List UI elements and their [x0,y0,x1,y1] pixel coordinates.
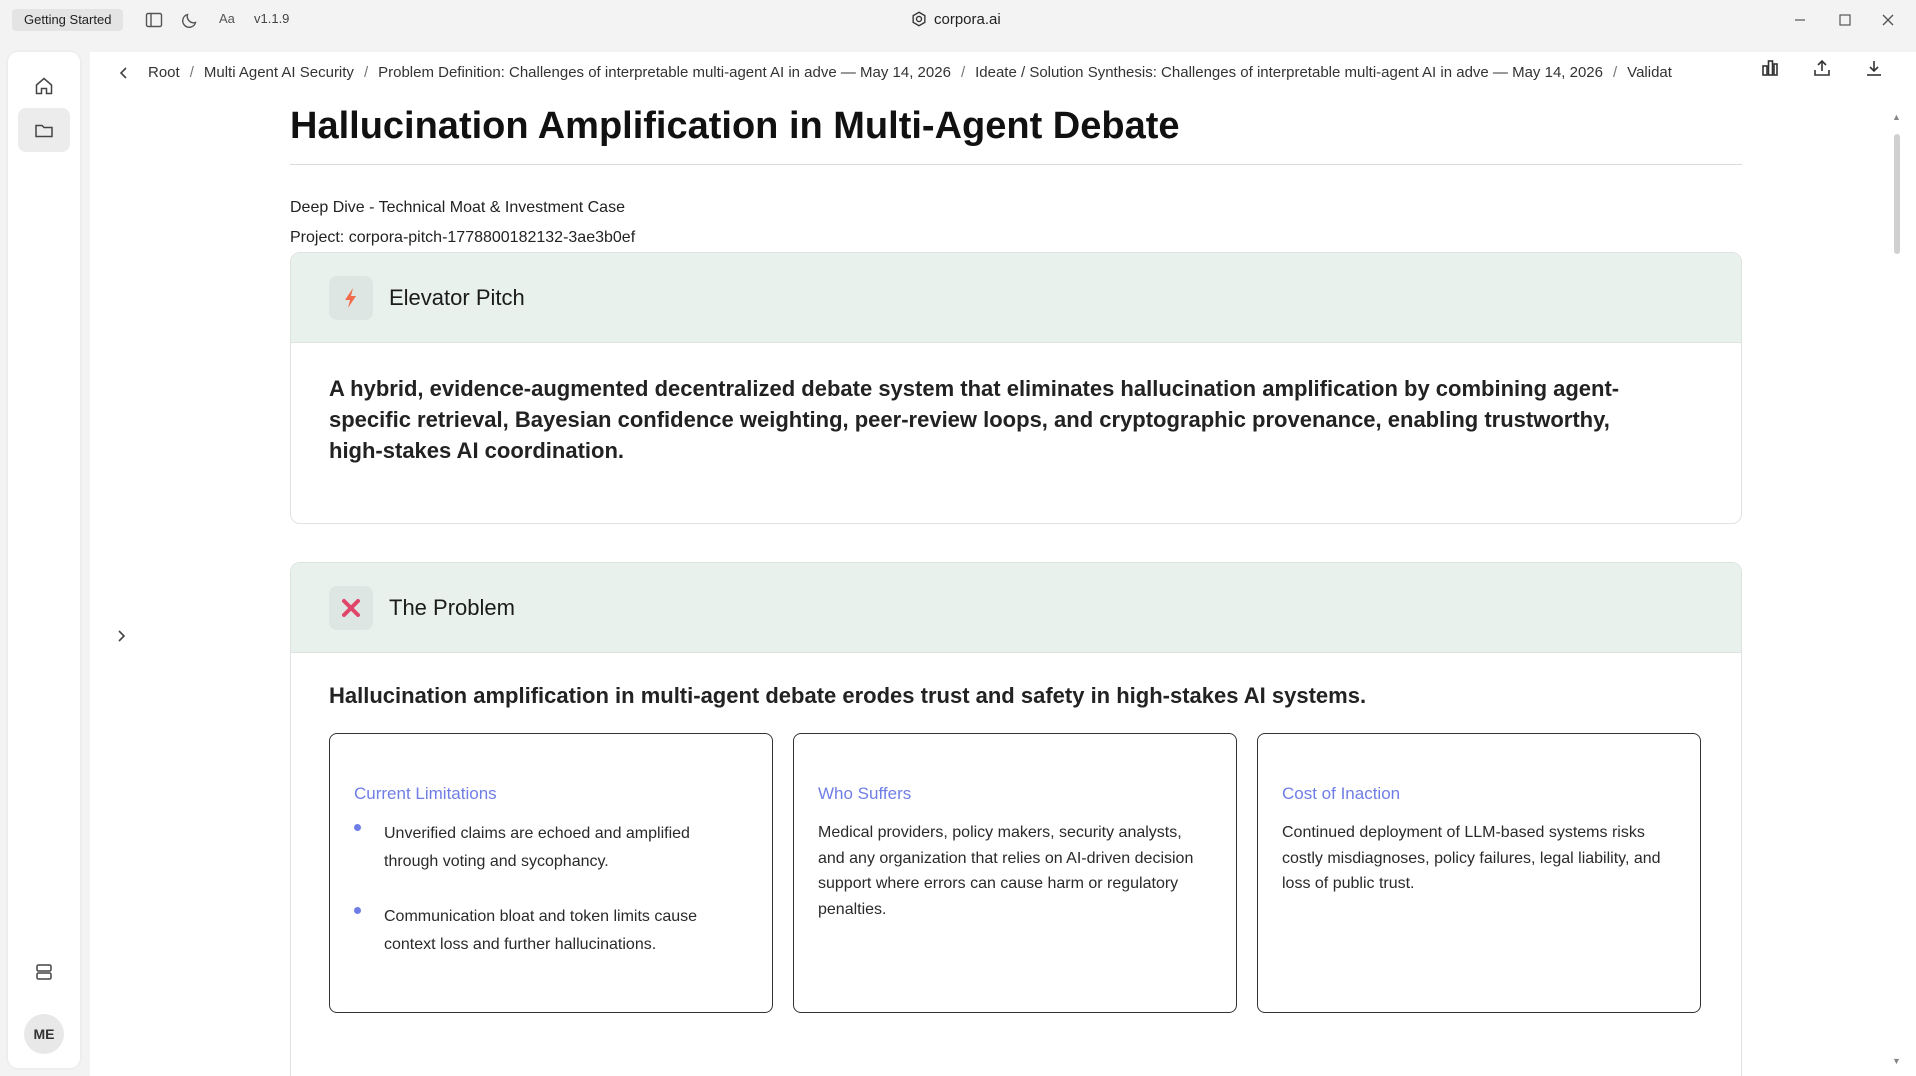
cost-of-inaction-text: Continued deployment of LLM-based system… [1282,824,1661,892]
who-suffers-card: Who Suffers Medical providers, policy ma… [793,733,1237,1013]
who-suffers-title: Who Suffers [818,784,912,803]
bar-chart-icon [1762,60,1778,76]
upload-icon [1814,59,1830,76]
chevron-right-icon [118,630,126,642]
breadcrumb-item-project[interactable]: Multi Agent AI Security [204,64,354,81]
close-icon[interactable] [1878,10,1898,30]
storage-button[interactable] [18,950,70,994]
breadcrumb: Root / Multi Agent AI Security / Problem Def… [148,64,1672,81]
scrollbar[interactable]: ▲ ▼ [1890,112,1904,1072]
home-icon [35,77,53,95]
chevron-left-icon [119,67,127,79]
home-button[interactable] [18,64,70,108]
app-brand: corpora.ai [910,10,1001,28]
list-item: Unverified claims are echoed and amplifi… [354,820,748,876]
folder-icon [35,124,53,138]
problem-title: The Problem [389,594,515,620]
lightning-icon [329,275,373,320]
cost-of-inaction-title: Cost of Inaction [1282,784,1401,803]
elevator-pitch-header: Elevator Pitch [291,253,1741,343]
download-button[interactable] [1852,52,1896,84]
problem-card: The Problem Hallucination amplification … [290,562,1742,1076]
analytics-button[interactable] [1748,52,1792,84]
document-header: Hallucination Amplification in Multi-Age… [290,102,1742,253]
who-suffers-text: Medical providers, policy makers, securi… [818,824,1194,918]
page-subtitle: Deep Dive - Technical Moat & Investment … [290,199,625,216]
breadcrumb-item-ideate[interactable]: Ideate / Solution Synthesis: Challenges … [975,64,1603,81]
maximize-icon[interactable] [1835,10,1855,30]
version-label: v1.1.9 [254,11,290,26]
scroll-up-icon[interactable]: ▲ [1892,112,1901,122]
scroll-down-icon[interactable]: ▼ [1892,1056,1901,1066]
scrollbar-thumb[interactable] [1894,134,1900,254]
title-bar: Getting Started Aa v1.1.9 corpora.ai [0,0,1916,40]
problem-header: The Problem [291,563,1741,653]
database-icon [36,964,52,980]
share-button[interactable] [1800,52,1844,84]
avatar[interactable]: ME [24,1014,64,1054]
problem-details: Current Limitations Unverified claims ar… [329,733,1705,1013]
elevator-pitch-title: Elevator Pitch [389,284,525,310]
problem-statement: Hallucination amplification in multi-age… [329,683,1367,708]
minimize-icon[interactable] [1790,10,1810,30]
font-size-icon[interactable]: Aa [219,11,235,26]
download-icon [1867,61,1881,76]
left-rail: ME [8,52,80,1068]
current-limitations-card: Current Limitations Unverified claims ar… [329,733,773,1013]
list-item: Communication bloat and token limits cau… [354,903,748,959]
files-button[interactable] [18,108,70,152]
cost-of-inaction-card: Cost of Inaction Continued deployment of… [1257,733,1701,1013]
brand-logo-icon [912,11,926,27]
breadcrumb-item-root[interactable]: Root [148,64,180,81]
project-id: Project: corpora-pitch-1778800182132-3ae… [290,229,636,246]
main-panel: Root / Multi Agent AI Security / Problem Def… [90,52,1916,1076]
sidebar-toggle-icon[interactable] [144,10,164,30]
getting-started-button[interactable]: Getting Started [12,9,124,31]
current-limitations-title: Current Limitations [354,784,497,803]
elevator-pitch-text: A hybrid, evidence-augmented decentraliz… [329,376,1620,463]
moon-icon[interactable] [180,10,200,30]
expand-panel-button[interactable] [114,626,130,646]
back-button[interactable] [112,58,134,88]
page-title: Hallucination Amplification in Multi-Age… [290,102,1742,165]
brand-name: corpora.ai [934,10,1001,28]
cross-icon [329,585,373,630]
elevator-pitch-card: Elevator Pitch A hybrid, evidence-augmen… [290,252,1742,524]
breadcrumb-item-problem-definition[interactable]: Problem Definition: Challenges of interp… [378,64,951,81]
breadcrumb-item-validate[interactable]: Validat [1627,64,1672,81]
